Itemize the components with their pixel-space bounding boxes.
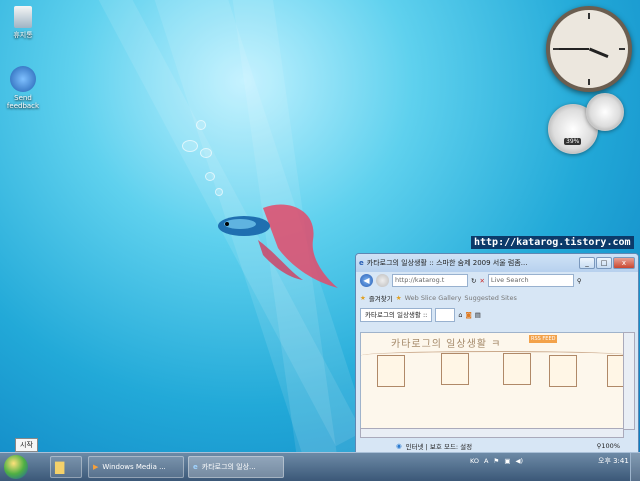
status-bar: ◉ 인터넷 | 보호 모드: 설정 ⚲ 100% [356, 438, 638, 452]
cpu-meter-value: 39% [564, 138, 582, 145]
zoom-level[interactable]: 100% [601, 442, 620, 450]
horizontal-scrollbar[interactable] [360, 428, 624, 438]
desktop-background: 휴지통 Send feedback 39% http://katarog.tis… [0, 0, 640, 452]
add-favorite-icon[interactable]: ★ [396, 294, 402, 302]
ie-titlebar[interactable]: e 카타로그의 일상생활 :: 스마한 숨제 2009 서울 럼좀... _ □… [356, 254, 638, 272]
taskbar-button-explorer[interactable]: ▇ [50, 456, 82, 478]
search-icon[interactable]: ⚲ [577, 277, 582, 285]
tray-language[interactable]: KO [470, 457, 479, 465]
network-icon[interactable]: ▣ [504, 457, 510, 465]
show-desktop-button[interactable] [630, 453, 640, 481]
watermark-url: http://katarog.tistory.com [471, 236, 634, 249]
betta-fish-image [218, 204, 338, 288]
favorites-bar: ★ 즐겨찾기 ★ Web Slice Gallery Suggested Sit… [356, 289, 638, 306]
send-feedback-label: Send feedback [6, 94, 40, 110]
taskbar-button-media-player[interactable]: ▶ Windows Media ... [88, 456, 184, 478]
taskbar-label: 카타로그의 일상... [201, 463, 256, 471]
suggested-sites-link[interactable]: Suggested Sites [464, 294, 517, 302]
recycle-bin-icon [14, 6, 32, 28]
clock-hour-hand [588, 47, 609, 59]
bubble [205, 172, 215, 181]
favorites-button[interactable]: 즐겨찾기 [369, 293, 393, 303]
page-content: 카타로그의 일상생활 ㅋ RSS FEED [360, 332, 624, 430]
globe-icon: ◉ [396, 442, 402, 450]
photo-frame [377, 355, 405, 387]
photo-frame [441, 353, 469, 385]
recycle-bin-shortcut[interactable]: 휴지통 [0, 6, 46, 40]
photo-frame [607, 355, 623, 387]
flag-icon[interactable]: ⚑ [493, 457, 499, 465]
photo-frame [549, 355, 577, 387]
address-field[interactable]: http://katarog.t [392, 274, 468, 287]
start-button[interactable] [4, 455, 28, 479]
taskbar: ▇ ▶ Windows Media ... e 카타로그의 일상... KO A… [0, 452, 640, 481]
send-feedback-shortcut[interactable]: Send feedback [0, 66, 46, 110]
clock-gadget[interactable] [546, 6, 632, 92]
volume-icon[interactable]: ◀) [515, 457, 523, 465]
system-tray: KO A ⚑ ▣ ◀) [470, 457, 523, 465]
clock-tick [588, 79, 590, 85]
blog-title: 카타로그의 일상생활 ㅋ [391, 339, 502, 350]
rss-feed-badge[interactable]: RSS FEED [529, 335, 558, 343]
vertical-scrollbar[interactable] [623, 332, 635, 430]
new-tab-button[interactable] [435, 307, 456, 322]
feeds-icon[interactable]: ◙ [465, 311, 471, 319]
address-bar-row: ◀ http://katarog.t ↻ ✕ Live Search ⚲ [356, 272, 638, 289]
status-text: 인터넷 | 보호 모드: 설정 [405, 443, 473, 451]
bubble [182, 140, 198, 152]
bubble [196, 120, 206, 130]
media-player-icon: ▶ [93, 463, 99, 471]
memory-meter-gadget[interactable] [586, 93, 624, 131]
bubble [200, 148, 212, 158]
print-icon[interactable]: ▤ [475, 311, 481, 319]
ie-icon: e [193, 463, 198, 471]
clock-minute-hand [559, 48, 589, 50]
ie-browser-window[interactable]: e 카타로그의 일상생활 :: 스마한 숨제 2009 서울 럼좀... _ □… [355, 253, 639, 452]
command-bar: 카타로그의 일상생활 :: ⌂ ◙ ▤ [356, 306, 638, 323]
taskbar-clock[interactable]: 오후 3:41 [598, 457, 629, 466]
tray-ime[interactable]: A [484, 457, 488, 465]
feedback-icon [10, 66, 36, 92]
web-slice-gallery-link[interactable]: Web Slice Gallery [405, 294, 462, 302]
bubble [215, 188, 223, 196]
refresh-icon[interactable]: ↻ [471, 277, 476, 285]
forward-button[interactable] [376, 274, 389, 287]
window-title: 카타로그의 일상생활 :: 스마한 숨제 2009 서울 럼좀... [366, 259, 528, 267]
taskbar-button-ie[interactable]: e 카타로그의 일상... [188, 456, 284, 478]
clock-tick [619, 48, 625, 50]
start-tooltip: 시작 [15, 438, 38, 452]
home-icon[interactable]: ⌂ [458, 311, 462, 319]
back-button[interactable]: ◀ [360, 274, 373, 287]
folder-icon: ▇ [55, 460, 65, 474]
recycle-bin-label: 휴지통 [13, 31, 33, 39]
taskbar-label: Windows Media ... [102, 463, 166, 471]
tab-current[interactable]: 카타로그의 일상생활 :: [360, 307, 433, 322]
maximize-button[interactable]: □ [596, 257, 612, 269]
minimize-button[interactable]: _ [579, 257, 595, 269]
stop-icon[interactable]: ✕ [479, 277, 484, 285]
close-button[interactable]: x [613, 257, 635, 269]
search-input[interactable]: Live Search [487, 274, 574, 287]
photo-frame [503, 353, 531, 385]
favorites-star-icon[interactable]: ★ [360, 294, 366, 302]
clock-tick [588, 13, 590, 19]
